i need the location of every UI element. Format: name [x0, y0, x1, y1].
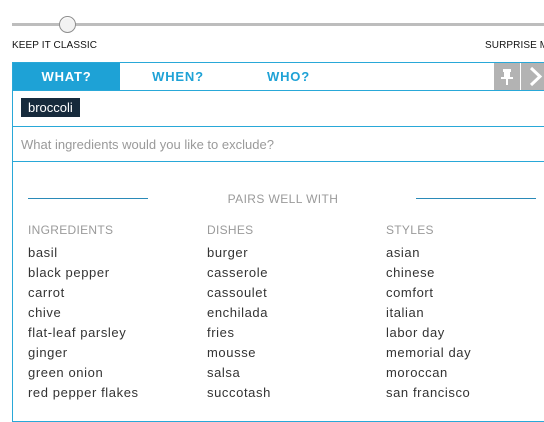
- dish-suggestion[interactable]: mousse: [207, 343, 271, 363]
- pin-button[interactable]: [494, 63, 520, 90]
- exclude-ingredients-input[interactable]: [13, 127, 544, 162]
- adventurousness-slider-track[interactable]: [12, 23, 544, 26]
- dishes-column: DISHES burger casserole cassoulet enchil…: [207, 223, 271, 403]
- ingredient-suggestion[interactable]: black pepper: [28, 263, 139, 283]
- style-suggestion[interactable]: labor day: [386, 323, 471, 343]
- dish-suggestion[interactable]: succotash: [207, 383, 271, 403]
- tab-bar: WHAT? WHEN? WHO?: [13, 63, 544, 91]
- style-suggestion[interactable]: asian: [386, 243, 471, 263]
- dish-suggestion[interactable]: fries: [207, 323, 271, 343]
- ingredient-suggestion[interactable]: flat-leaf parsley: [28, 323, 139, 343]
- next-button[interactable]: [521, 63, 544, 90]
- tab-when[interactable]: WHEN?: [120, 63, 236, 90]
- search-panel: WHAT? WHEN? WHO? broccoli PAIRS WELL WIT…: [12, 62, 544, 422]
- include-ingredients-field[interactable]: broccoli: [13, 91, 544, 127]
- ingredient-suggestion[interactable]: basil: [28, 243, 139, 263]
- ingredients-heading: INGREDIENTS: [28, 223, 114, 237]
- dish-suggestion[interactable]: cassoulet: [207, 283, 271, 303]
- dish-suggestion[interactable]: burger: [207, 243, 271, 263]
- slider-label-left: KEEP IT CLASSIC: [12, 40, 98, 51]
- adventurousness-slider-thumb[interactable]: [59, 16, 76, 33]
- style-suggestion[interactable]: moroccan: [386, 363, 471, 383]
- chevron-right-icon: [529, 66, 543, 87]
- tab-what[interactable]: WHAT?: [13, 63, 120, 90]
- style-suggestion[interactable]: chinese: [386, 263, 471, 283]
- ingredient-suggestion[interactable]: chive: [28, 303, 139, 323]
- style-suggestion[interactable]: comfort: [386, 283, 471, 303]
- style-suggestion[interactable]: san francisco: [386, 383, 471, 403]
- style-suggestion[interactable]: italian: [386, 303, 471, 323]
- dish-suggestion[interactable]: salsa: [207, 363, 271, 383]
- ingredient-suggestion[interactable]: green onion: [28, 363, 139, 383]
- divider-right: [416, 198, 536, 199]
- style-suggestion[interactable]: memorial day: [386, 343, 471, 363]
- ingredient-chip[interactable]: broccoli: [21, 98, 80, 117]
- pin-icon: [501, 69, 513, 85]
- ingredient-suggestion[interactable]: carrot: [28, 283, 139, 303]
- ingredient-suggestion[interactable]: ginger: [28, 343, 139, 363]
- tab-who[interactable]: WHO?: [236, 63, 341, 90]
- dish-suggestion[interactable]: enchilada: [207, 303, 271, 323]
- dish-suggestion[interactable]: casserole: [207, 263, 271, 283]
- styles-column: STYLES asian chinese comfort italian lab…: [386, 223, 471, 403]
- ingredient-suggestion[interactable]: red pepper flakes: [28, 383, 139, 403]
- styles-heading: STYLES: [386, 223, 434, 237]
- slider-label-right: SURPRISE ME: [485, 40, 544, 51]
- dishes-heading: DISHES: [207, 223, 254, 237]
- pairs-well-with-heading: PAIRS WELL WITH: [227, 192, 339, 206]
- ingredients-column: INGREDIENTS basil black pepper carrot ch…: [28, 223, 139, 403]
